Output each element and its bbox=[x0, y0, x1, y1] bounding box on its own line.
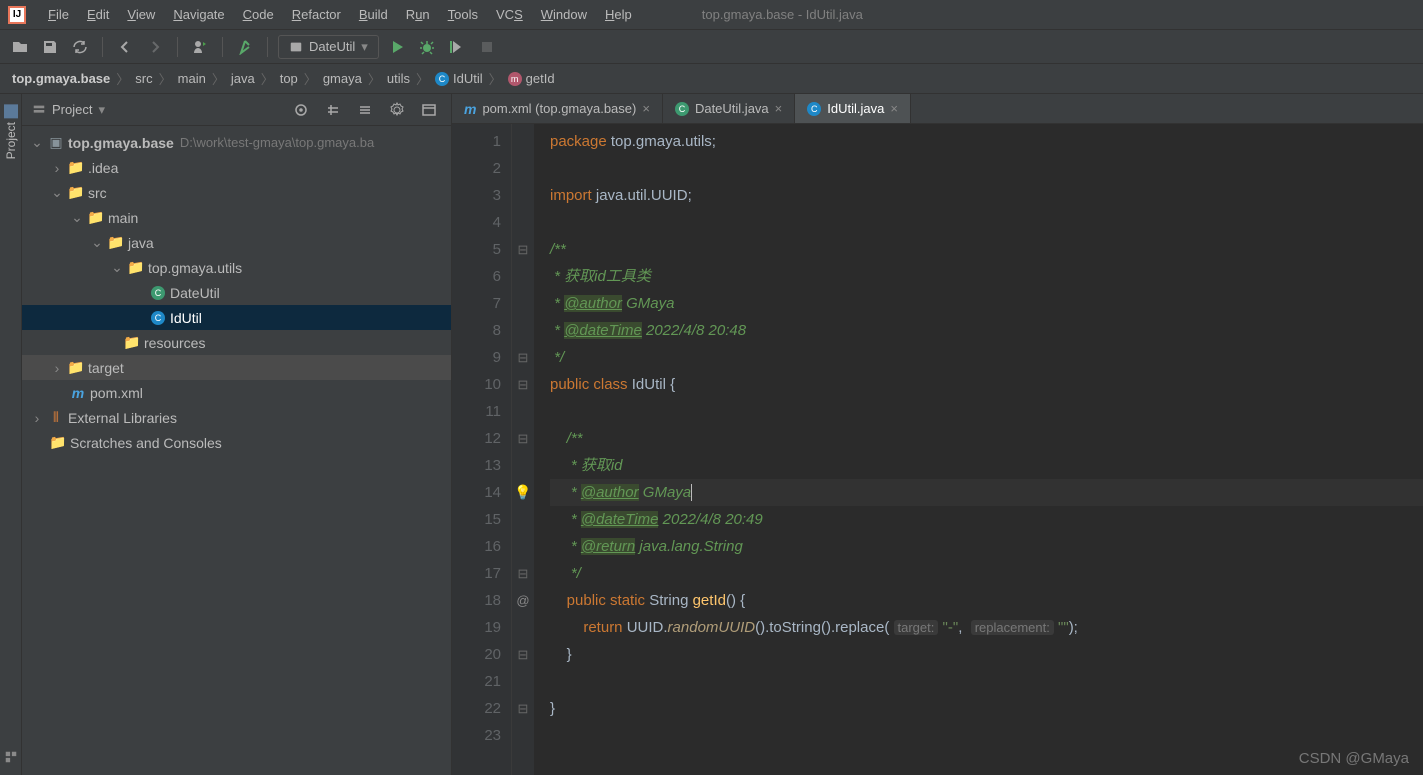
menu-tools[interactable]: Tools bbox=[440, 4, 486, 25]
menu-bar: IJ File Edit View Navigate Code Refactor… bbox=[0, 0, 1423, 30]
intention-bulb-icon[interactable]: 💡 bbox=[514, 479, 531, 506]
debug-icon[interactable] bbox=[415, 35, 439, 59]
tree-scratches[interactable]: 📁Scratches and Consoles bbox=[22, 430, 451, 455]
menu-refactor[interactable]: Refactor bbox=[284, 4, 349, 25]
breadcrumb-bar: top.gmaya.base〉 src〉 main〉 java〉 top〉 gm… bbox=[0, 64, 1423, 94]
run-with-icon[interactable] bbox=[188, 35, 212, 59]
line-numbers: 1234567891011121314151617181920212223 bbox=[452, 124, 512, 775]
run-config-selector[interactable]: DateUtil ▾ bbox=[278, 35, 379, 59]
maven-icon: m bbox=[464, 101, 476, 117]
menu-file[interactable]: File bbox=[40, 4, 77, 25]
menu-code[interactable]: Code bbox=[235, 4, 282, 25]
run-icon[interactable] bbox=[385, 35, 409, 59]
project-panel-header: Project ▾ bbox=[22, 94, 451, 126]
back-icon[interactable] bbox=[113, 35, 137, 59]
crumb-main[interactable]: main bbox=[174, 71, 210, 86]
menu-help[interactable]: Help bbox=[597, 4, 640, 25]
coverage-icon[interactable] bbox=[445, 35, 469, 59]
tree-pkg[interactable]: ⌄📁top.gmaya.utils bbox=[22, 255, 451, 280]
tree-resources[interactable]: ›📁resources bbox=[22, 330, 451, 355]
tree-idea[interactable]: ›📁.idea bbox=[22, 155, 451, 180]
crumb-src[interactable]: src bbox=[131, 71, 156, 86]
menu-vcs[interactable]: VCS bbox=[488, 4, 531, 25]
tab-idutil[interactable]: CIdUtil.java× bbox=[795, 94, 911, 123]
open-icon[interactable] bbox=[8, 35, 32, 59]
close-icon[interactable]: × bbox=[642, 101, 650, 116]
crumb-utils[interactable]: utils bbox=[383, 71, 414, 86]
tree-target[interactable]: ›📁target bbox=[22, 355, 451, 380]
tab-pom[interactable]: mpom.xml (top.gmaya.base)× bbox=[452, 94, 663, 123]
code-editor[interactable]: 1234567891011121314151617181920212223 ⊟ … bbox=[452, 124, 1423, 775]
build-icon[interactable] bbox=[233, 35, 257, 59]
code-content[interactable]: package top.gmaya.utils; import java.uti… bbox=[534, 124, 1423, 775]
tree-root[interactable]: ⌄▣top.gmaya.baseD:\work\test-gmaya\top.g… bbox=[22, 130, 451, 155]
crumb-method[interactable]: mgetId bbox=[504, 71, 559, 87]
window-title: top.gmaya.base - IdUtil.java bbox=[702, 7, 863, 22]
tree-dateutil[interactable]: CDateUtil bbox=[22, 280, 451, 305]
tree-ext-libs[interactable]: ›⫴External Libraries bbox=[22, 405, 451, 430]
settings-gear-icon[interactable] bbox=[385, 98, 409, 122]
expand-all-icon[interactable] bbox=[321, 98, 345, 122]
tree-main[interactable]: ⌄📁main bbox=[22, 205, 451, 230]
crumb-class[interactable]: CIdUtil bbox=[431, 71, 487, 87]
menu-navigate[interactable]: Navigate bbox=[165, 4, 232, 25]
crumb-module[interactable]: top.gmaya.base bbox=[8, 71, 114, 86]
main-toolbar: DateUtil ▾ bbox=[0, 30, 1423, 64]
tab-dateutil[interactable]: CDateUtil.java× bbox=[663, 94, 795, 123]
editor-tabs: mpom.xml (top.gmaya.base)× CDateUtil.jav… bbox=[452, 94, 1423, 124]
run-config-label: DateUtil bbox=[309, 39, 355, 54]
project-tree[interactable]: ⌄▣top.gmaya.baseD:\work\test-gmaya\top.g… bbox=[22, 126, 451, 775]
sync-icon[interactable] bbox=[68, 35, 92, 59]
watermark: CSDN @GMaya bbox=[1299, 750, 1409, 767]
gutter-icons: ⊟ ⊟⊟ ⊟ 💡 ⊟ @ ⊟⊟ bbox=[512, 124, 534, 775]
menu-build[interactable]: Build bbox=[351, 4, 396, 25]
editor-area: mpom.xml (top.gmaya.base)× CDateUtil.jav… bbox=[452, 94, 1423, 775]
locate-icon[interactable] bbox=[289, 98, 313, 122]
tool-window-tabs: Project bbox=[0, 94, 22, 775]
project-panel: Project ▾ ⌄▣top.gmaya.baseD:\work\test-g… bbox=[22, 94, 452, 775]
menu-window[interactable]: Window bbox=[533, 4, 595, 25]
class-icon: C bbox=[807, 102, 821, 116]
override-icon[interactable]: @ bbox=[516, 587, 529, 614]
collapse-all-icon[interactable] bbox=[353, 98, 377, 122]
crumb-top[interactable]: top bbox=[276, 71, 302, 86]
tree-pom[interactable]: mpom.xml bbox=[22, 380, 451, 405]
close-icon[interactable]: × bbox=[890, 101, 898, 116]
save-icon[interactable] bbox=[38, 35, 62, 59]
tree-java[interactable]: ⌄📁java bbox=[22, 230, 451, 255]
tree-src[interactable]: ⌄📁src bbox=[22, 180, 451, 205]
project-tool-tab[interactable]: Project bbox=[2, 98, 20, 165]
menu-view[interactable]: View bbox=[119, 4, 163, 25]
chevron-down-icon: ▾ bbox=[361, 39, 368, 55]
menu-run[interactable]: Run bbox=[398, 4, 438, 25]
hide-panel-icon[interactable] bbox=[417, 98, 441, 122]
app-logo-icon: IJ bbox=[8, 6, 26, 24]
project-view-selector[interactable]: Project ▾ bbox=[32, 102, 283, 118]
stop-icon[interactable] bbox=[475, 35, 499, 59]
project-tool-icon bbox=[4, 104, 18, 118]
close-icon[interactable]: × bbox=[775, 101, 783, 116]
crumb-gmaya[interactable]: gmaya bbox=[319, 71, 366, 86]
class-icon: C bbox=[675, 102, 689, 116]
menu-edit[interactable]: Edit bbox=[79, 4, 117, 25]
forward-icon[interactable] bbox=[143, 35, 167, 59]
crumb-java[interactable]: java bbox=[227, 71, 259, 86]
tree-idutil[interactable]: CIdUtil bbox=[22, 305, 451, 330]
structure-tool-tab[interactable] bbox=[4, 750, 18, 767]
